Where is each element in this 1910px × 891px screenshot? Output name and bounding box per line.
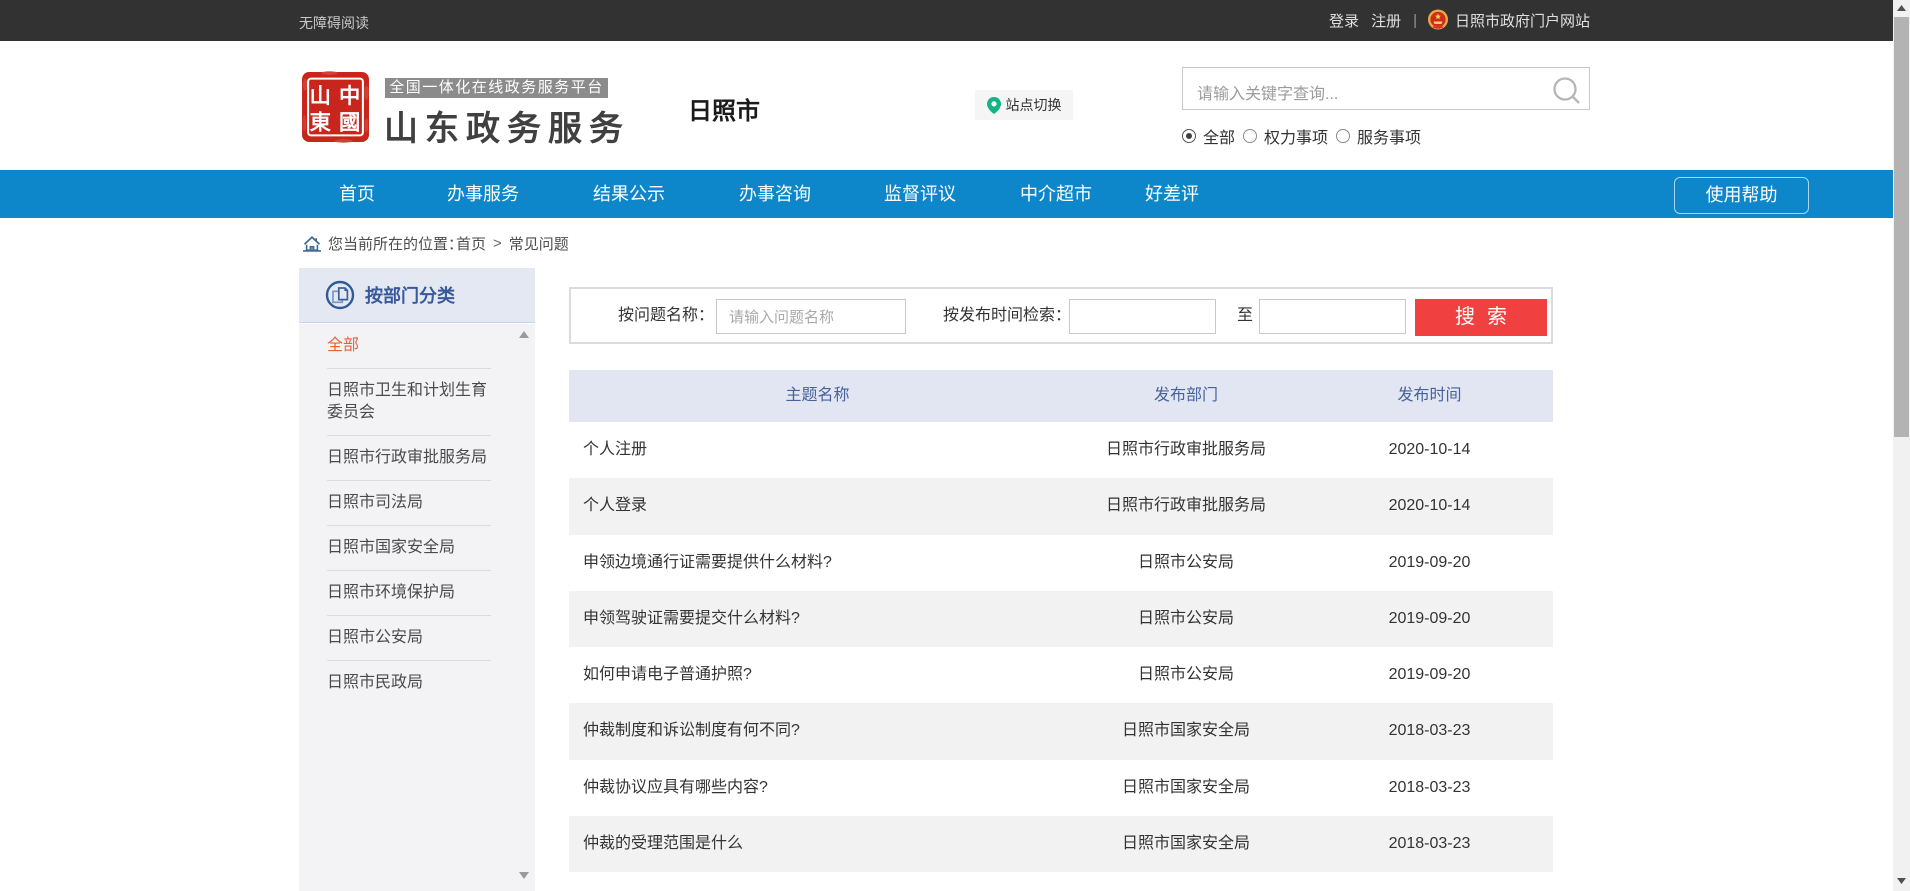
svg-text:山: 山 — [310, 84, 331, 108]
svg-text:中: 中 — [339, 84, 360, 108]
svg-text:東: 東 — [310, 110, 332, 134]
svg-text:國: 國 — [339, 110, 360, 134]
